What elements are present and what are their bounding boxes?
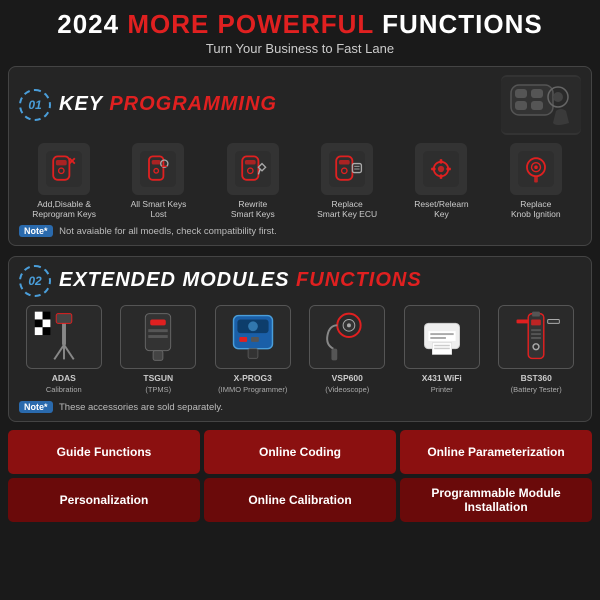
note-text-2: These accessories are sold separately.: [57, 402, 224, 413]
key-icon-2-svg: [140, 151, 176, 187]
header-subtitle: Turn Your Business to Fast Lane: [10, 41, 590, 56]
icon-box-1: [38, 143, 90, 195]
icon-box-5: [415, 143, 467, 195]
icon-label-4: ReplaceSmart Key ECU: [317, 199, 377, 219]
icon-box-4: [321, 143, 373, 195]
icon-label-1: Add,Disable &Reprogram Keys: [32, 199, 96, 219]
feature-grid: Guide Functions Online Coding Online Par…: [8, 430, 592, 522]
device-box-vsp600: [309, 305, 385, 369]
icon-box-6: [510, 143, 562, 195]
device-x431-wifi: X431 WiFiPrinter: [397, 305, 487, 395]
adas-svg: [27, 305, 101, 369]
s1-title-white: KEY: [59, 93, 109, 115]
device-box-xprog3: [215, 305, 291, 369]
device-box-tsgun: [120, 305, 196, 369]
grid-cell-personalization[interactable]: Personalization: [8, 478, 200, 522]
icon-replace-ecu: ReplaceSmart Key ECU: [302, 143, 392, 219]
grid-label-online-coding: Online Coding: [259, 445, 341, 459]
section2-note: Note* These accessories are sold separat…: [19, 402, 581, 413]
icon-rewrite: RewriteSmart Keys: [208, 143, 298, 219]
section1-note: Note* Not avaiable for all moedls, check…: [19, 226, 581, 237]
key-icon-4-svg: [329, 151, 365, 187]
device-label-tsgun: TSGUN(TPMS): [143, 373, 173, 395]
icon-label-5: Reset/RelearnKey: [414, 199, 468, 219]
device-xprog3: X-PROG3(IMMO Programmer): [208, 305, 298, 395]
icon-reset-relearn: Reset/RelearnKey: [396, 143, 486, 219]
grid-cell-guide[interactable]: Guide Functions: [8, 430, 200, 474]
section1-content: Add,Disable &Reprogram Keys: [19, 143, 581, 219]
main-title: 2024 MORE POWERFUL FUNCTIONS: [10, 10, 590, 39]
note-text-1: Not avaiable for all moedls, check compa…: [57, 226, 277, 237]
title-red: MORE POWERFUL: [127, 9, 374, 39]
icon-box-3: [227, 143, 279, 195]
key-icon-6-svg: [518, 151, 554, 187]
section2-number: 02: [19, 265, 51, 297]
device-label-x431wifi: X431 WiFiPrinter: [422, 373, 462, 395]
vsp600-svg: [310, 305, 384, 369]
key-icon-1-svg: [46, 151, 82, 187]
icon-all-smart-lost: All Smart KeysLost: [113, 143, 203, 219]
device-icons-row: ADASCalibration TSG: [19, 305, 581, 395]
icon-label-3: RewriteSmart Keys: [231, 199, 275, 219]
key-image: [501, 75, 581, 135]
icon-replace-knob: ReplaceKnob Ignition: [491, 143, 581, 219]
icon-box-2: [132, 143, 184, 195]
page-container: 2024 MORE POWERFUL FUNCTIONS Turn Your B…: [0, 0, 600, 600]
key-icon-5-svg: [423, 151, 459, 187]
note-label-2: Note*: [19, 401, 53, 413]
section-extended-modules: 02 EXTENDED MODULES FUNCTIONS: [8, 256, 592, 422]
s2-title-white: EXTENDED MODULES: [59, 269, 296, 291]
icon-add-disable: Add,Disable &Reprogram Keys: [19, 143, 109, 219]
note-label-1: Note*: [19, 225, 53, 237]
grid-cell-prog-module[interactable]: Programmable Module Installation: [400, 478, 592, 522]
section1-header: 01 KEY PROGRAMMING: [19, 75, 581, 135]
section1-title: KEY PROGRAMMING: [59, 93, 501, 116]
grid-label-personalization: Personalization: [60, 493, 149, 507]
icon-label-2: All Smart KeysLost: [131, 199, 187, 219]
device-box-bst360: [498, 305, 574, 369]
key-icon-3-svg: [235, 151, 271, 187]
header: 2024 MORE POWERFUL FUNCTIONS Turn Your B…: [0, 0, 600, 60]
section2-title: EXTENDED MODULES FUNCTIONS: [59, 269, 581, 292]
device-label-adas: ADASCalibration: [46, 373, 82, 395]
section-key-programming: 01 KEY PROGRAMMING: [8, 66, 592, 246]
grid-cell-online-coding[interactable]: Online Coding: [204, 430, 396, 474]
section2-header: 02 EXTENDED MODULES FUNCTIONS: [19, 265, 581, 297]
grid-cell-online-cal[interactable]: Online Calibration: [204, 478, 396, 522]
grid-cell-online-param[interactable]: Online Parameterization: [400, 430, 592, 474]
grid-label-online-cal: Online Calibration: [248, 493, 351, 507]
device-label-xprog3: X-PROG3(IMMO Programmer): [218, 373, 287, 395]
device-bst360: BST360(Battery Tester): [492, 305, 582, 395]
x431wifi-svg: [405, 305, 479, 369]
s2-title-red: FUNCTIONS: [296, 269, 422, 291]
device-tsgun: TSGUN(TPMS): [114, 305, 204, 395]
tsgun-svg: [121, 305, 195, 369]
title-year: 2024: [57, 9, 127, 39]
title-end: FUNCTIONS: [374, 9, 543, 39]
xprog3-svg: [216, 305, 290, 369]
device-label-bst360: BST360(Battery Tester): [511, 373, 562, 395]
key-icons-row: Add,Disable &Reprogram Keys: [19, 143, 581, 219]
grid-label-guide: Guide Functions: [57, 445, 152, 459]
device-label-vsp600: VSP600(Videoscope): [325, 373, 369, 395]
grid-label-online-param: Online Parameterization: [427, 445, 564, 459]
s1-title-red: PROGRAMMING: [109, 93, 277, 115]
icon-label-6: ReplaceKnob Ignition: [511, 199, 561, 219]
device-adas: ADASCalibration: [19, 305, 109, 395]
key-svg: [501, 77, 581, 133]
device-box-x431wifi: [404, 305, 480, 369]
device-vsp600: VSP600(Videoscope): [303, 305, 393, 395]
grid-label-prog-module: Programmable Module Installation: [404, 486, 588, 514]
section1-number: 01: [19, 89, 51, 121]
bst360-svg: [499, 305, 573, 369]
device-box-adas: [26, 305, 102, 369]
